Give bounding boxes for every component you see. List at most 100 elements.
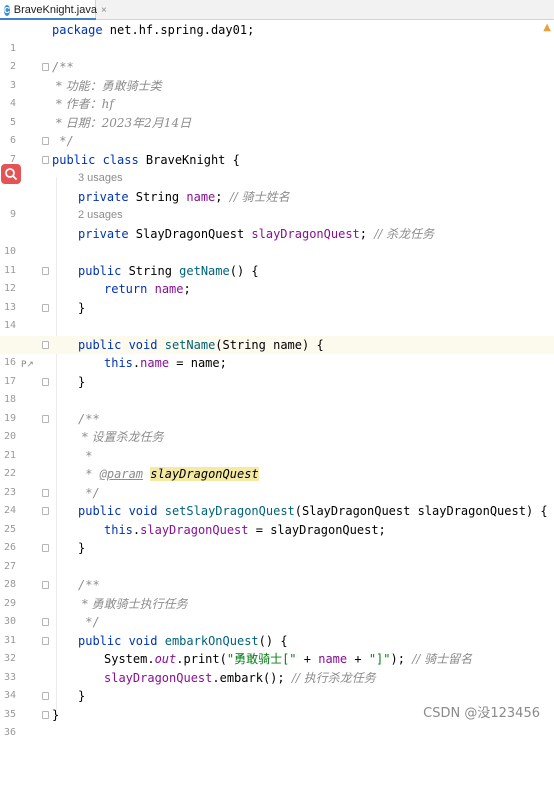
fold-icon[interactable] <box>42 340 49 349</box>
field-name: name <box>186 189 216 204</box>
code-line-17[interactable]: 17 this.name = name; <box>0 354 554 387</box>
code-line-31[interactable]: 31 */ <box>0 613 554 646</box>
print-call: .print( <box>176 652 227 666</box>
fold-icon[interactable] <box>42 507 49 515</box>
code-line-7[interactable]: 7 */ <box>0 132 554 165</box>
comment: // 杀龙任务 <box>374 226 435 241</box>
code-line-27[interactable]: 27 } <box>0 539 554 572</box>
code-line-15[interactable]: 15 <box>0 317 554 350</box>
tab-filename: BraveKnight.java <box>13 4 97 16</box>
code-line-8[interactable]: public class BraveKnight { <box>0 151 554 170</box>
keyword: private <box>78 189 129 204</box>
comment: */ <box>78 615 100 629</box>
comment: */ <box>78 485 100 500</box>
code-line-14[interactable]: 14 } <box>0 299 554 332</box>
code-line-23[interactable]: 23 * @param slayDragonQuest <box>0 465 554 498</box>
editor-tab-bar: C BraveKnight.java × <box>0 0 554 20</box>
code-line-18[interactable]: 18 } <box>0 373 554 406</box>
code-line-29[interactable]: 29 /** <box>0 576 554 609</box>
params: () { <box>258 633 288 648</box>
usages-hint[interactable]: 2 usages <box>78 206 123 225</box>
fold-icon[interactable] <box>42 377 49 386</box>
fold-icon[interactable] <box>42 544 49 552</box>
params: () { <box>229 263 259 278</box>
param-name-highlighted: slayDragonQuest <box>150 467 259 481</box>
static-field: out <box>154 652 177 666</box>
code-line-25[interactable]: 25 public void setSlayDragonQuest(SlayDr… <box>0 502 554 535</box>
keyword: public void <box>78 633 158 648</box>
assignment: = name; <box>169 356 227 370</box>
comment: */ <box>52 134 74 148</box>
code-line-2[interactable]: 2 <box>0 40 554 72</box>
string-literal: "勇敢骑士[" <box>226 652 297 666</box>
fold-icon[interactable] <box>42 137 49 145</box>
closing-brace: } <box>78 689 86 703</box>
params: (SlayDragonQuest slayDragonQuest) { <box>294 504 548 518</box>
comment: // 骑士姓名 <box>229 189 290 204</box>
search-icon[interactable] <box>1 164 21 184</box>
code-editor[interactable]: 1 package net.hf.spring.day01; 2 3 /** 4… <box>0 20 554 738</box>
fold-icon[interactable] <box>42 692 49 700</box>
field-name: slayDragonQuest <box>251 226 360 241</box>
field-name: name <box>318 652 348 666</box>
method-name: setName <box>164 337 216 352</box>
fold-icon[interactable] <box>42 266 49 275</box>
closing-brace: } <box>78 374 86 389</box>
usages-hint-row: 2 usages <box>0 206 554 225</box>
override-gutter-icon[interactable]: P↗ <box>21 360 34 370</box>
javadoc-tag: @param <box>99 467 144 481</box>
code-line-19[interactable]: 19 <box>0 391 554 424</box>
type: String <box>121 263 180 278</box>
code-line-5[interactable]: 5 * 作者：hf <box>0 95 554 128</box>
code-line-16[interactable]: 16 public void setName(String name) { <box>0 335 554 368</box>
fold-icon[interactable] <box>42 155 49 164</box>
code-line-24[interactable]: 24 */ <box>0 484 554 517</box>
code-line-28[interactable]: 28 <box>0 558 554 590</box>
comment: // 骑士留名 <box>412 652 473 666</box>
warning-icon[interactable]: ▲ <box>543 22 551 33</box>
fold-icon[interactable] <box>42 636 49 645</box>
method-name: getName <box>179 263 230 278</box>
code-line-9[interactable]: 9 private String name; // 骑士姓名 <box>0 188 554 221</box>
code-line-13[interactable]: 13 return name; <box>0 280 554 313</box>
fold-icon[interactable] <box>42 618 49 626</box>
code-line-22[interactable]: 22 * <box>0 447 554 480</box>
code-line-1[interactable]: 1 package net.hf.spring.day01; <box>0 21 554 54</box>
code-line-10[interactable]: 10 private SlayDragonQuest slayDragonQue… <box>0 225 554 258</box>
semicolon: ; <box>215 189 230 204</box>
keyword: public void <box>78 337 158 352</box>
code-line-26[interactable]: 26 this.slayDragonQuest = slayDragonQues… <box>0 521 554 554</box>
fold-icon[interactable] <box>42 63 49 71</box>
fold-icon[interactable] <box>42 581 49 589</box>
comment: /** <box>78 578 100 592</box>
code-line-20[interactable]: 20 /** <box>0 410 554 443</box>
code-line-21[interactable]: 21 * 设置杀龙任务 <box>0 428 554 461</box>
code-line-32[interactable]: 32 public void embarkOnQuest() { <box>0 632 554 665</box>
keyword: public void <box>78 504 158 518</box>
code-line-3[interactable]: 3 /** <box>0 58 554 91</box>
code-line-6[interactable]: 6 * 日期：2023年2月14日 <box>0 114 554 147</box>
fold-icon[interactable] <box>42 303 49 312</box>
fold-icon[interactable] <box>42 414 49 423</box>
keyword: this <box>104 522 133 537</box>
semicolon: ; <box>359 226 375 241</box>
usages-hint[interactable]: 3 usages <box>78 169 123 188</box>
code-line-11[interactable]: 11 <box>0 243 554 276</box>
system-ref: System. <box>104 652 155 666</box>
code-line-12[interactable]: 12 public String getName() { <box>0 262 554 295</box>
class-declaration: BraveKnight { <box>138 152 240 167</box>
type: SlayDragonQuest <box>128 226 252 241</box>
code-line-4[interactable]: 4 * 功能：勇敢骑士类 <box>0 77 554 110</box>
close-tab-icon[interactable]: × <box>101 5 107 16</box>
comment: /** <box>52 60 74 74</box>
code-line-33[interactable]: 33 System.out.print("勇敢骑士[" + name + "]"… <box>0 650 554 683</box>
tab-bravekinght-java[interactable]: C BraveKnight.java × <box>0 0 107 20</box>
keyword: public <box>78 263 122 278</box>
fold-icon[interactable] <box>42 710 49 719</box>
code-line-34[interactable]: 34 slayDragonQuest.embark(); // 执行杀龙任务 <box>0 669 554 702</box>
code-line-30[interactable]: 30 * 勇敢骑士执行任务 <box>0 595 554 628</box>
comment: /** <box>78 411 100 426</box>
fold-icon[interactable] <box>42 488 49 497</box>
